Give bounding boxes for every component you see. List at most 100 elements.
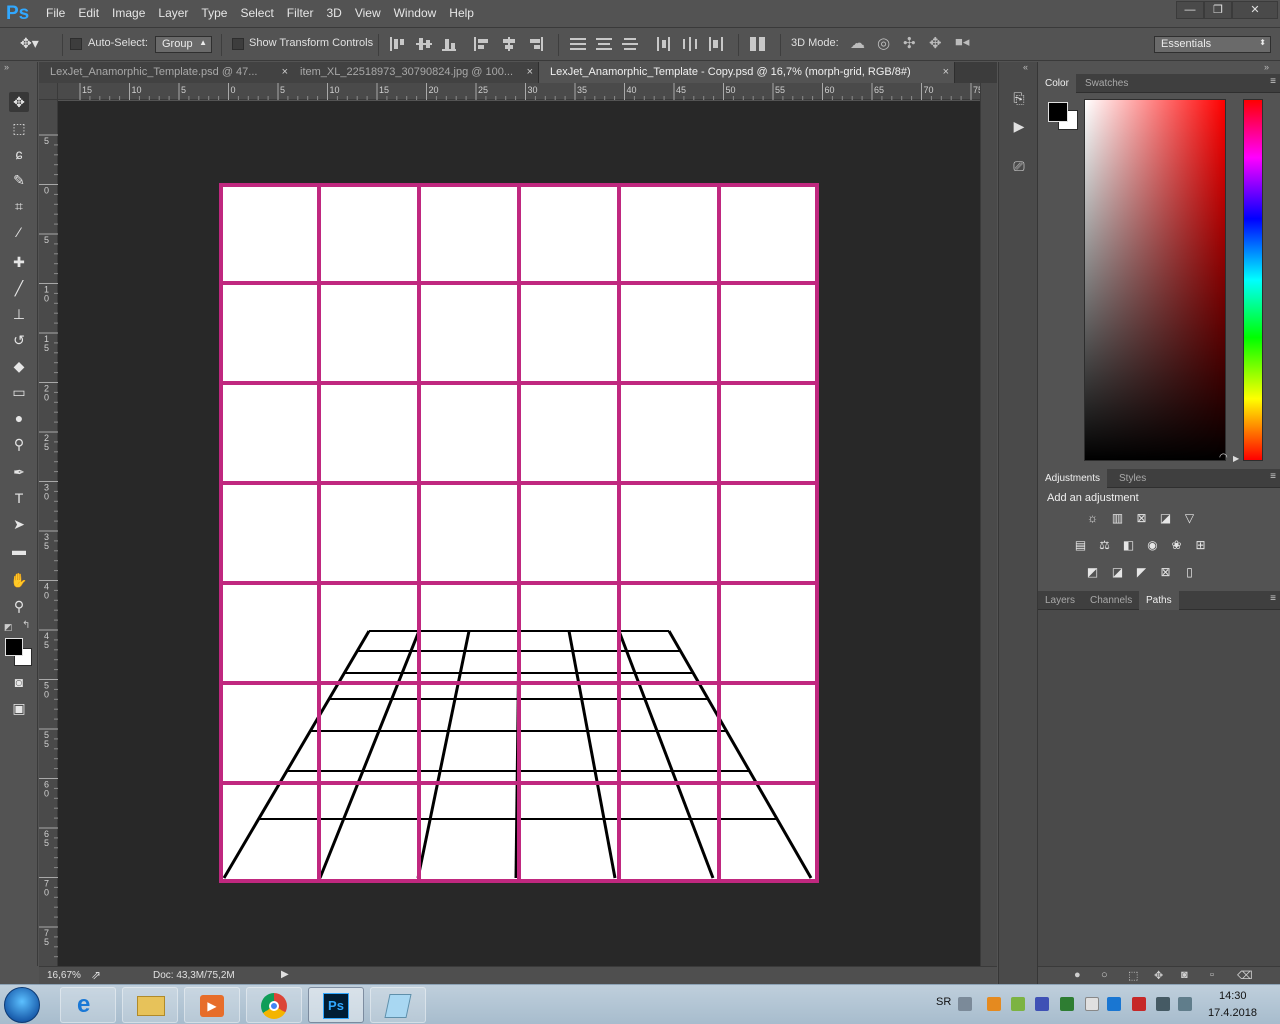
lasso-tool-icon[interactable]: ɕ xyxy=(9,144,29,164)
volume-icon[interactable] xyxy=(1178,997,1192,1011)
load-selection-icon[interactable]: ⬚ xyxy=(1128,969,1138,982)
hue-saturation-icon[interactable]: ▤ xyxy=(1072,538,1089,553)
dodge-tool-icon[interactable]: ⚲ xyxy=(9,434,29,454)
distribute-bottom-icon[interactable] xyxy=(622,37,638,51)
align-bottom-icon[interactable] xyxy=(442,37,458,51)
menu-3d[interactable]: 3D xyxy=(326,6,350,20)
color-lookup-icon[interactable]: ⊞ xyxy=(1192,538,1209,553)
black-white-icon[interactable]: ◧ xyxy=(1120,538,1137,553)
hue-slider[interactable] xyxy=(1243,99,1263,461)
threshold-icon[interactable]: ◤ xyxy=(1133,565,1150,580)
menu-help[interactable]: Help xyxy=(449,6,483,20)
move-tool-icon[interactable]: ✥▾ xyxy=(20,35,39,52)
3d-rotate-icon[interactable]: ☁ xyxy=(850,34,865,52)
distribute-vcenter-icon[interactable] xyxy=(596,37,612,51)
tab-document-3[interactable]: LexJet_Anamorphic_Template - Copy.psd @ … xyxy=(539,62,955,83)
explorer-button[interactable] xyxy=(122,987,178,1023)
tab-adjustments[interactable]: Adjustments xyxy=(1038,469,1108,488)
foreground-color-swatch[interactable] xyxy=(5,638,23,656)
show-transform-checkbox[interactable] xyxy=(232,38,244,50)
action-center-icon[interactable] xyxy=(1132,997,1146,1011)
start-button[interactable] xyxy=(4,987,40,1023)
notepad-button[interactable] xyxy=(370,987,426,1023)
photo-filter-icon[interactable]: ◉ xyxy=(1144,538,1161,553)
internet-explorer-button[interactable]: e xyxy=(60,987,116,1023)
new-path-icon[interactable]: ▫ xyxy=(1210,969,1214,981)
clock-date[interactable]: 17.4.2018 xyxy=(1208,1007,1257,1019)
brush-tool-icon[interactable]: ╱ xyxy=(9,278,29,298)
selective-color-icon[interactable]: ⊠ xyxy=(1157,565,1174,580)
tab-swatches[interactable]: Swatches xyxy=(1078,74,1135,93)
tray-app-icon[interactable] xyxy=(1035,997,1049,1011)
media-player-button[interactable]: ▶ xyxy=(184,987,240,1023)
nvidia-icon[interactable] xyxy=(1060,997,1074,1011)
align-hcenter-icon[interactable] xyxy=(501,37,517,51)
align-left-icon[interactable] xyxy=(474,37,490,51)
menu-filter[interactable]: Filter xyxy=(287,6,323,20)
blur-tool-icon[interactable]: ● xyxy=(9,408,29,428)
screen-mode-icon[interactable]: ▣ xyxy=(9,698,29,718)
tab-document-2[interactable]: item_XL_22518973_30790824.jpg @ 100... × xyxy=(289,62,539,83)
type-tool-icon[interactable]: T xyxy=(9,488,29,508)
horizontal-ruler[interactable]: 15105051015202530354045505560657075 xyxy=(58,83,1012,100)
close-button[interactable]: ✕ xyxy=(1232,1,1278,19)
levels-icon[interactable]: ▥ xyxy=(1109,511,1126,526)
tab-channels[interactable]: Channels xyxy=(1083,591,1139,610)
trash-icon[interactable]: ⌫ xyxy=(1237,969,1253,982)
tray-app-icon[interactable] xyxy=(1085,997,1099,1011)
chrome-button[interactable] xyxy=(246,987,302,1023)
distribute-top-icon[interactable] xyxy=(570,37,586,51)
auto-select-dropdown[interactable]: Group ▲ xyxy=(155,36,212,53)
rectangle-tool-icon[interactable]: ▬ xyxy=(9,540,29,560)
distribute-left-icon[interactable] xyxy=(656,37,672,51)
healing-brush-tool-icon[interactable]: ✚ xyxy=(9,252,29,272)
menu-image[interactable]: Image xyxy=(112,6,154,20)
tray-app-icon[interactable] xyxy=(987,997,1001,1011)
pen-tool-icon[interactable]: ✒ xyxy=(9,462,29,482)
3d-scale-icon[interactable]: ■◂ xyxy=(955,34,969,50)
tab-styles[interactable]: Styles xyxy=(1112,469,1153,488)
3d-slide-icon[interactable]: ✥ xyxy=(929,34,942,52)
menu-window[interactable]: Window xyxy=(394,6,446,20)
tab-layers[interactable]: Layers xyxy=(1038,591,1082,610)
make-path-icon[interactable]: ✥ xyxy=(1154,969,1163,982)
align-top-icon[interactable] xyxy=(390,37,406,51)
channel-mixer-icon[interactable]: ❀ xyxy=(1168,538,1185,553)
align-right-icon[interactable] xyxy=(528,37,544,51)
properties-panel-icon[interactable]: ⎚ xyxy=(1009,156,1029,176)
align-vcenter-icon[interactable] xyxy=(416,37,432,51)
menu-select[interactable]: Select xyxy=(240,6,282,20)
path-select-tool-icon[interactable]: ➤ xyxy=(9,514,29,534)
status-menu-arrow-icon[interactable]: ▶ xyxy=(281,969,289,980)
invert-icon[interactable]: ◩ xyxy=(1084,565,1101,580)
keyboard-icon[interactable] xyxy=(958,997,972,1011)
actions-panel-icon[interactable]: ▶ xyxy=(1009,116,1029,136)
brightness-icon[interactable]: ☼ xyxy=(1084,511,1101,526)
collapse-arrows-icon[interactable]: » xyxy=(4,62,9,72)
auto-align-icon[interactable] xyxy=(750,37,766,51)
panel-menu-icon[interactable]: ≡ xyxy=(1270,593,1276,604)
move-tool-icon[interactable]: ✥ xyxy=(9,92,29,112)
panel-menu-icon[interactable]: ≡ xyxy=(1270,76,1276,87)
tab-document-1[interactable]: LexJet_Anamorphic_Template.psd @ 47... × xyxy=(39,62,294,83)
language-indicator[interactable]: SR xyxy=(936,996,951,1008)
vertical-ruler[interactable]: 5051015202530354045505560657075 xyxy=(39,100,58,968)
tray-app-icon[interactable] xyxy=(1011,997,1025,1011)
vibrance-icon[interactable]: ▽ xyxy=(1181,511,1198,526)
zoom-level[interactable]: 16,67% xyxy=(47,970,81,981)
menu-view[interactable]: View xyxy=(355,6,390,20)
tab-color[interactable]: Color xyxy=(1038,74,1076,93)
workspace-dropdown[interactable]: Essentials ⬍ xyxy=(1154,36,1271,53)
ruler-origin[interactable] xyxy=(39,83,58,100)
tab-paths[interactable]: Paths xyxy=(1139,591,1179,610)
swap-colors-icon[interactable]: ↰ xyxy=(22,620,30,631)
vertical-scrollbar[interactable] xyxy=(980,83,997,966)
collapse-arrows-icon[interactable]: « xyxy=(1023,62,1028,72)
distribute-right-icon[interactable] xyxy=(708,37,724,51)
close-icon[interactable]: × xyxy=(282,62,288,83)
3d-roll-icon[interactable]: ◎ xyxy=(877,34,890,52)
hand-tool-icon[interactable]: ✋ xyxy=(9,570,29,590)
share-icon[interactable]: ⇗ xyxy=(91,968,101,982)
3d-drag-icon[interactable]: ✣ xyxy=(903,34,916,52)
photoshop-taskbar-button[interactable]: Ps xyxy=(308,987,364,1023)
